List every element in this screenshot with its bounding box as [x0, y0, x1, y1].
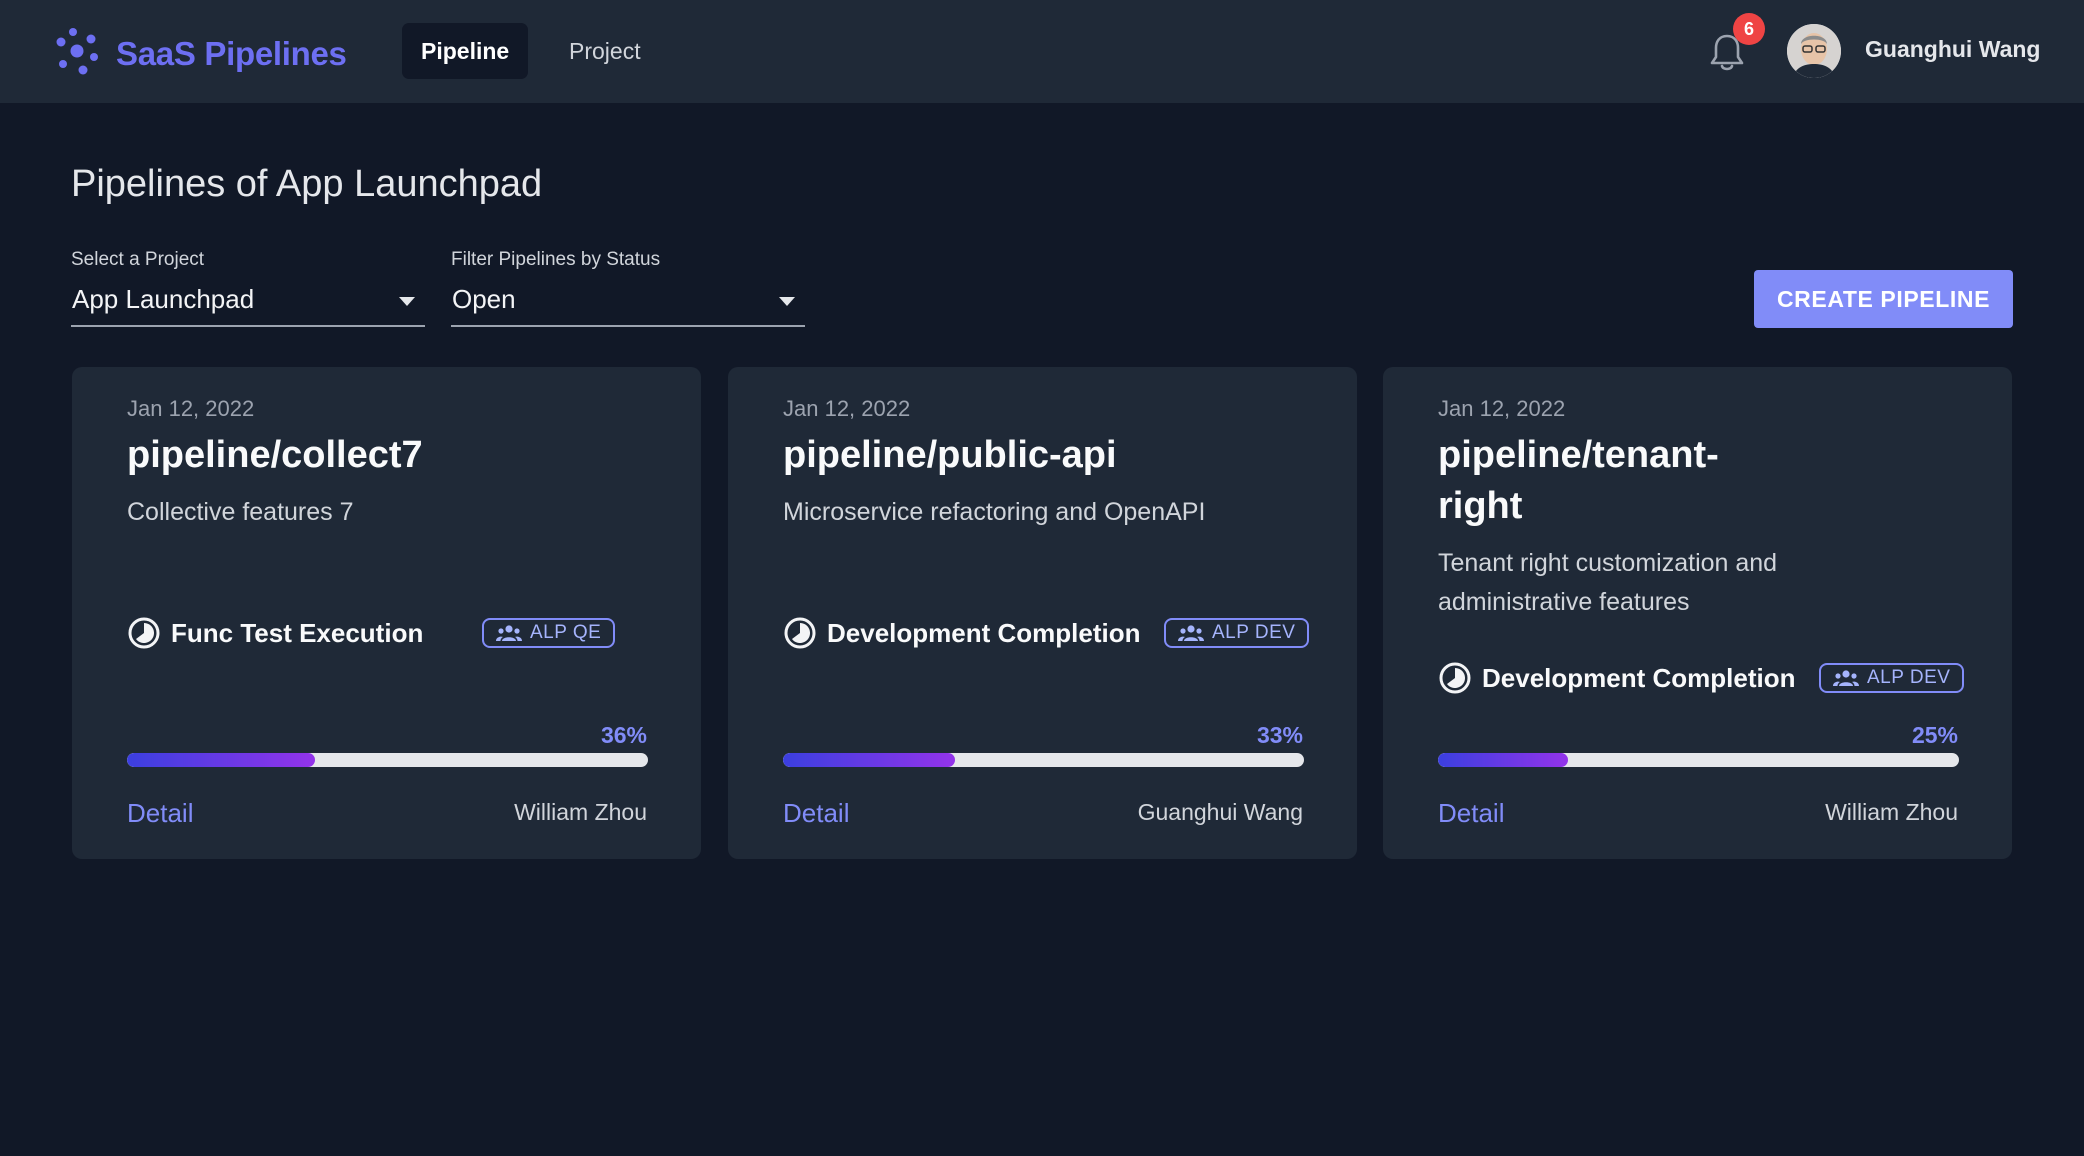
progress-percent: 25% [1911, 722, 1958, 748]
pipeline-card: Jan 12, 2022 pipeline/public-api Microse… [728, 367, 1357, 859]
tab-pipeline[interactable]: Pipeline [402, 23, 529, 79]
pipeline-stage: Development Completion [783, 616, 1140, 650]
pipeline-owner: William Zhou [1825, 799, 1958, 825]
pipeline-date: Jan 12, 2022 [127, 396, 255, 421]
team-name: ALP QE [530, 622, 602, 643]
create-pipeline-button[interactable]: CREATE PIPELINE [1754, 270, 2013, 328]
pipeline-stage: Development Completion [1438, 661, 1795, 695]
top-navbar: SaaS Pipelines Pipeline Project 6 Guangh… [0, 0, 2084, 103]
detail-link[interactable]: Detail [1438, 798, 1504, 829]
pipeline-description: Microservice refactoring and OpenAPI [783, 498, 1206, 526]
caret-down-icon[interactable] [779, 297, 795, 306]
progress-bar [1438, 753, 1959, 767]
brand[interactable]: SaaS Pipelines [52, 26, 347, 81]
pipeline-name: pipeline/public-api [783, 434, 1117, 476]
project-select-value[interactable]: App Launchpad [72, 284, 254, 315]
pipeline-card: Jan 12, 2022 pipeline/collect7 Collectiv… [72, 367, 701, 859]
team-icon [1833, 670, 1859, 686]
team-badge: ALP QE [482, 618, 616, 648]
pipeline-card: Jan 12, 2022 pipeline/tenant-right Tenan… [1383, 367, 2012, 859]
team-name: ALP DEV [1867, 667, 1951, 688]
progress-fill [127, 753, 315, 767]
pipeline-date: Jan 12, 2022 [783, 396, 911, 421]
pipeline-name: pipeline/collect7 [127, 434, 423, 476]
pipeline-owner: William Zhou [514, 799, 647, 825]
progress-percent: 36% [600, 722, 647, 748]
user-name[interactable]: Guanghui Wang [1865, 36, 2040, 63]
team-icon [1178, 625, 1204, 641]
page-title: Pipelines of App Launchpad [71, 163, 543, 205]
team-name: ALP DEV [1212, 622, 1296, 643]
progress-percent: 33% [1256, 722, 1303, 748]
avatar[interactable] [1787, 24, 1841, 78]
project-select[interactable]: Select a Project App Launchpad [71, 249, 425, 327]
stage-name: Func Test Execution [171, 617, 424, 648]
status-filter-select[interactable]: Filter Pipelines by Status Open [451, 249, 805, 327]
select-underline [71, 325, 425, 327]
progress-bar [127, 753, 648, 767]
stage-name: Development Completion [1482, 662, 1796, 693]
stage-progress-icon [1438, 661, 1472, 695]
caret-down-icon[interactable] [399, 297, 415, 306]
team-badge: ALP DEV [1164, 618, 1310, 648]
brand-name: SaaS Pipelines [116, 34, 347, 72]
pipeline-name: pipeline/tenant-right [1438, 434, 1719, 527]
select-underline [451, 325, 805, 327]
stage-name: Development Completion [827, 617, 1141, 648]
status-filter-label: Filter Pipelines by Status [451, 249, 661, 270]
progress-fill [783, 753, 955, 767]
pipeline-description: Collective features 7 [127, 498, 354, 526]
stage-progress-icon [783, 616, 817, 650]
stage-progress-icon [127, 616, 161, 650]
status-filter-value[interactable]: Open [452, 284, 516, 315]
notification-count-badge: 6 [1733, 13, 1765, 45]
tab-project[interactable]: Project [550, 23, 660, 79]
pipeline-stage: Func Test Execution [127, 616, 423, 650]
team-badge: ALP DEV [1819, 663, 1965, 693]
team-icon [496, 625, 522, 641]
progress-fill [1438, 753, 1569, 767]
detail-link[interactable]: Detail [127, 798, 193, 829]
logo-icon [52, 26, 102, 81]
project-select-label: Select a Project [71, 249, 205, 270]
pipeline-owner: Guanghui Wang [1137, 799, 1303, 825]
pipeline-date: Jan 12, 2022 [1438, 396, 1566, 421]
progress-bar [783, 753, 1304, 767]
pipeline-description: Tenant right customization and administr… [1438, 549, 1778, 616]
detail-link[interactable]: Detail [783, 798, 849, 829]
